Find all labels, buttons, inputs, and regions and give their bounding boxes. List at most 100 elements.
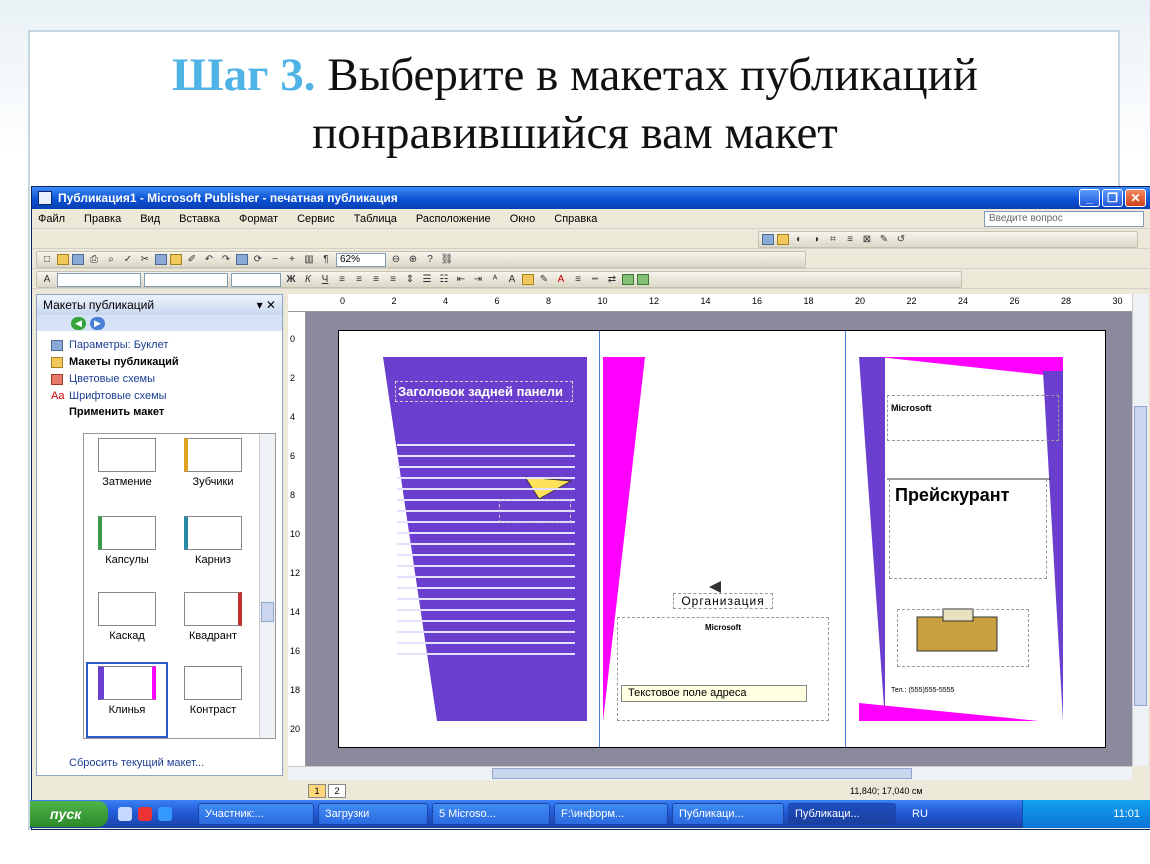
justify-icon[interactable]: ≡ (386, 273, 400, 286)
link-font-schemes[interactable]: Aa Шрифтовые схемы (37, 388, 282, 405)
hyperlink-icon[interactable]: ⛓ (440, 253, 454, 266)
font-dropdown[interactable] (144, 272, 228, 287)
vertical-scrollbar[interactable] (1132, 294, 1148, 766)
layout-item-cornice[interactable]: Карниз (172, 514, 254, 590)
back-panel-title[interactable]: Заголовок задней панели (395, 381, 573, 402)
task-publication-2[interactable]: Публикаци... (788, 803, 896, 825)
columns-icon[interactable]: ▥ (302, 253, 316, 266)
zoom-select[interactable]: 62% (336, 252, 386, 267)
window-titlebar[interactable]: Публикация1 - Microsoft Publisher - печа… (32, 187, 1150, 209)
layout-item-cascade[interactable]: Каскад (86, 590, 168, 666)
page-2-button[interactable]: 2 (328, 784, 346, 798)
cut-icon[interactable]: ✂ (138, 253, 152, 266)
paste-icon[interactable] (170, 254, 182, 265)
spelling-icon[interactable]: ✓ (121, 253, 135, 266)
bullets-icon[interactable]: ☷ (437, 273, 451, 286)
menu-view[interactable]: Вид (140, 213, 160, 225)
menu-edit[interactable]: Правка (84, 213, 121, 225)
set-transparent-icon[interactable]: ✎ (877, 233, 891, 246)
menu-arrange[interactable]: Расположение (416, 213, 491, 225)
page-1-button[interactable]: 1 (308, 784, 326, 798)
format-picture-icon[interactable]: ⊠ (860, 233, 874, 246)
3d-style-icon[interactable] (637, 274, 649, 285)
menu-help[interactable]: Справка (554, 213, 597, 225)
zoom-plus-icon[interactable]: ⊕ (406, 253, 420, 266)
increase-indent-icon[interactable]: ⇥ (471, 273, 485, 286)
zoom-minus-icon[interactable]: ⊖ (389, 253, 403, 266)
cover-picture-frame[interactable] (897, 609, 1029, 667)
restore-button[interactable]: ❐ (1102, 189, 1123, 207)
task-downloads[interactable]: Загрузки (318, 803, 428, 825)
menu-window[interactable]: Окно (510, 213, 536, 225)
horizontal-ruler[interactable]: 0 2 4 6 8 10 12 14 16 18 20 22 24 26 28 30 (288, 294, 1132, 312)
zoom-in-icon[interactable]: + (285, 253, 299, 266)
insert-picture-icon[interactable] (762, 234, 774, 245)
font-color-icon[interactable]: A (554, 273, 568, 286)
contrast-icon[interactable]: ◐ (792, 233, 806, 246)
help-question-input[interactable]: Введите вопрос (984, 211, 1144, 227)
crop-icon[interactable]: ⌗ (826, 233, 840, 246)
print-preview-icon[interactable]: ⌕ (104, 253, 118, 266)
organization-name[interactable]: Организация (673, 593, 773, 609)
layout-item-capsules[interactable]: Капсулы (86, 514, 168, 590)
line-spacing-icon[interactable]: ⇕ (403, 273, 417, 286)
language-indicator[interactable]: RU (900, 808, 940, 820)
address-block[interactable] (617, 617, 829, 721)
style-dropdown[interactable] (57, 272, 141, 287)
redo-icon[interactable]: ↷ (219, 253, 233, 266)
picture-caption-box[interactable] (499, 499, 571, 523)
task-pane-close-icon[interactable]: ▾ ✕ (257, 295, 276, 315)
shadow-style-icon[interactable] (622, 274, 634, 285)
increase-font-icon[interactable]: A (505, 273, 519, 286)
link-color-schemes[interactable]: Цветовые схемы (37, 371, 282, 388)
menu-tools[interactable]: Сервис (297, 213, 335, 225)
layout-item-zigzag[interactable]: Зубчики (172, 436, 254, 512)
font-size-dropdown[interactable] (231, 272, 281, 287)
vertical-ruler[interactable]: 0 2 4 6 8 10 12 14 16 18 20 (288, 312, 306, 766)
task-explorer[interactable]: F:\информ... (554, 803, 668, 825)
horizontal-scroll-thumb[interactable] (492, 768, 912, 779)
open-icon[interactable] (57, 254, 69, 265)
vertical-scroll-thumb[interactable] (1134, 406, 1147, 706)
pilcrow-icon[interactable]: ¶ (319, 253, 333, 266)
menu-format[interactable]: Формат (239, 213, 278, 225)
back-panel-body[interactable] (397, 435, 575, 664)
new-document-icon[interactable]: □ (40, 253, 54, 266)
desktop-icon[interactable] (118, 807, 132, 821)
underline-button[interactable]: Ч (318, 273, 332, 286)
group-objects-icon[interactable] (236, 254, 248, 265)
line-style-icon[interactable]: ≡ (843, 233, 857, 246)
styles-icon[interactable]: A (40, 273, 54, 286)
forward-icon[interactable]: ▶ (90, 316, 105, 330)
menu-insert[interactable]: Вставка (179, 213, 220, 225)
horizontal-scrollbar[interactable] (288, 766, 1132, 780)
align-right-icon[interactable]: ≡ (369, 273, 383, 286)
save-icon[interactable] (72, 254, 84, 265)
align-center-icon[interactable]: ≡ (352, 273, 366, 286)
line-style-icon-2[interactable]: ≡ (571, 273, 585, 286)
align-left-icon[interactable]: ≡ (335, 273, 349, 286)
address-text-field[interactable]: Текстовое поле адреса (621, 685, 807, 702)
print-icon[interactable]: ⎙ (87, 253, 101, 266)
layout-item-quadrant[interactable]: Квадрант (172, 590, 254, 666)
link-publication-options[interactable]: Параметры: Буклет (37, 337, 282, 354)
help-icon[interactable]: ? (423, 253, 437, 266)
start-button[interactable]: пуск (30, 801, 108, 827)
opera-icon[interactable] (138, 807, 152, 821)
cover-company-box[interactable] (887, 395, 1059, 441)
menu-file[interactable]: Файл (38, 213, 65, 225)
task-publication-1[interactable]: Публикаци... (672, 803, 784, 825)
gallery-scroll-thumb[interactable] (261, 602, 274, 622)
brochure-page[interactable]: Заголовок задней панели Организация Micr… (338, 330, 1106, 748)
ie-icon[interactable] (158, 807, 172, 821)
brightness-icon[interactable]: ◑ (809, 233, 823, 246)
minimize-button[interactable]: _ (1079, 189, 1100, 207)
italic-button[interactable]: К (301, 273, 315, 286)
undo-icon[interactable]: ↶ (202, 253, 216, 266)
color-icon[interactable] (777, 234, 789, 245)
numbering-icon[interactable]: ☰ (420, 273, 434, 286)
layout-item-contrast[interactable]: Контраст (172, 664, 254, 738)
layout-item-wedges[interactable]: Клинья (86, 662, 168, 738)
dash-style-icon[interactable]: ┅ (588, 273, 602, 286)
arrow-style-icon[interactable]: ⇄ (605, 273, 619, 286)
